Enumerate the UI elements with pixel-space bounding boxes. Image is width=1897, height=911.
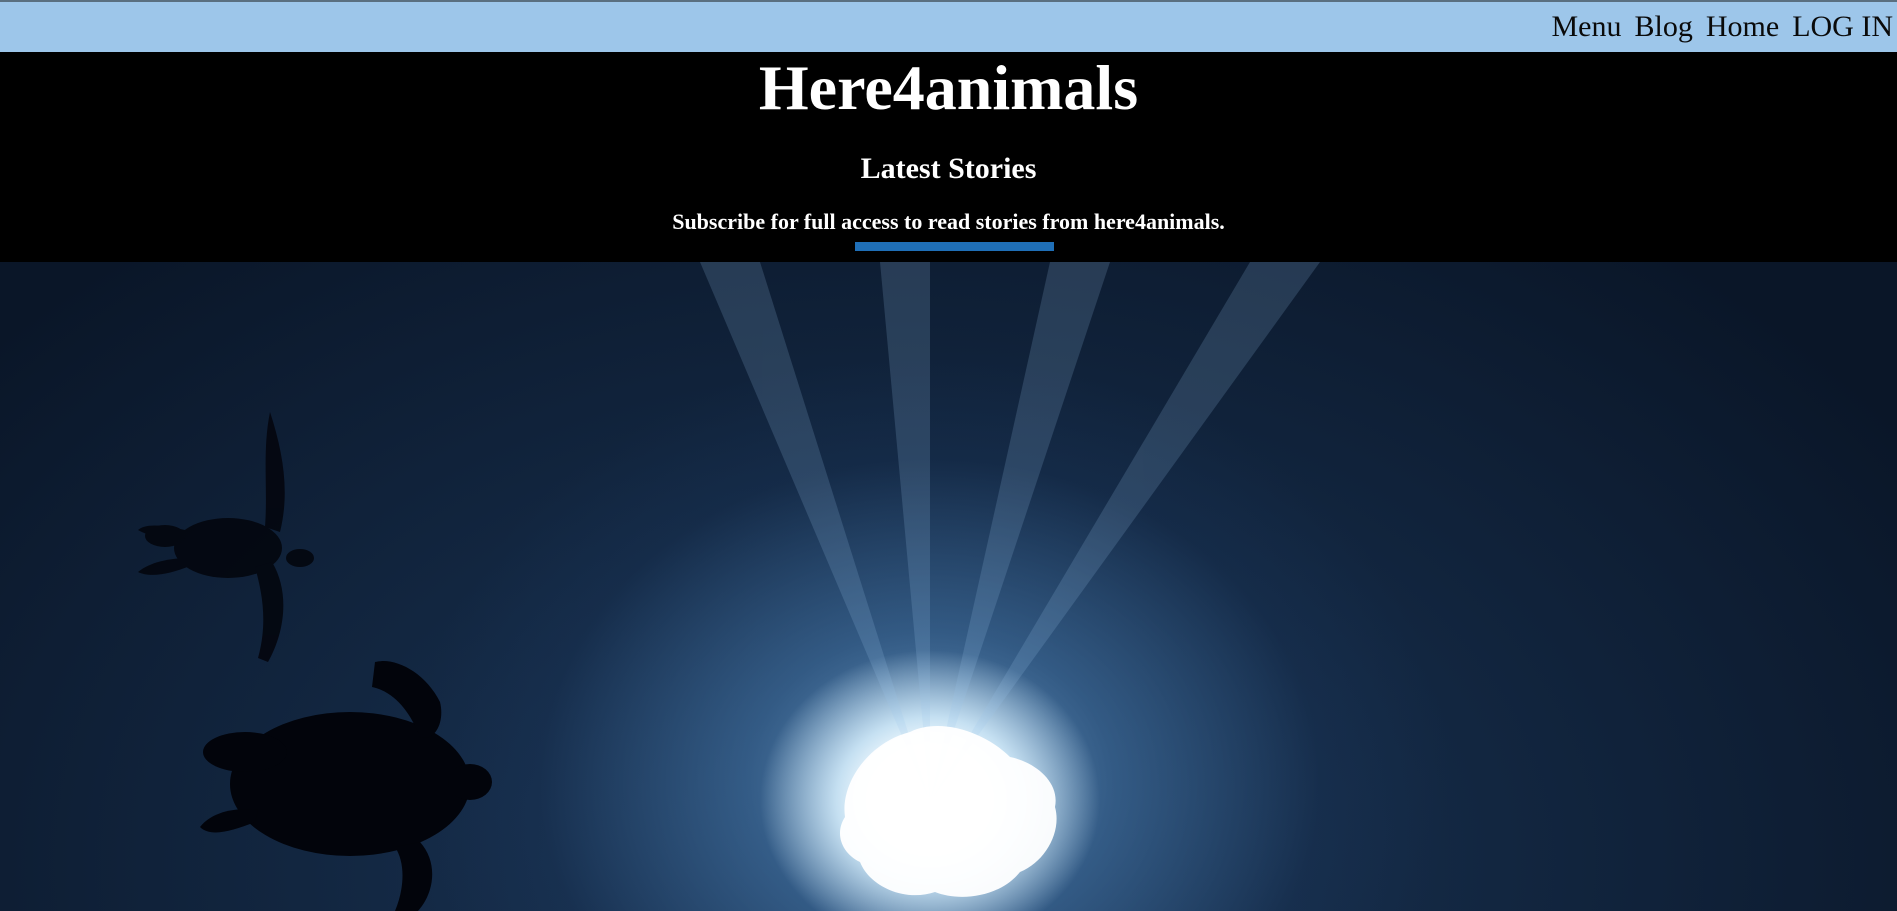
- hero-image-art: [138, 262, 1320, 911]
- page-header: Here4animals Latest Stories Subscribe fo…: [0, 52, 1897, 262]
- nav-login-link[interactable]: LOG IN: [1792, 12, 1893, 42]
- subscribe-message: Subscribe for full access to read storie…: [672, 209, 1225, 234]
- large-turtle-silhouette: [200, 661, 492, 911]
- nav-home-link[interactable]: Home: [1706, 12, 1779, 42]
- nav-blog-link[interactable]: Blog: [1635, 12, 1693, 42]
- section-title: Latest Stories: [860, 152, 1037, 185]
- small-turtle-silhouette: [138, 412, 314, 662]
- hero-image: [0, 262, 1897, 911]
- accent-underline: [855, 242, 1054, 251]
- top-navigation: Menu Blog Home LOG IN: [0, 0, 1897, 52]
- site-title: Here4animals: [758, 52, 1139, 123]
- nav-menu-link[interactable]: Menu: [1552, 12, 1622, 42]
